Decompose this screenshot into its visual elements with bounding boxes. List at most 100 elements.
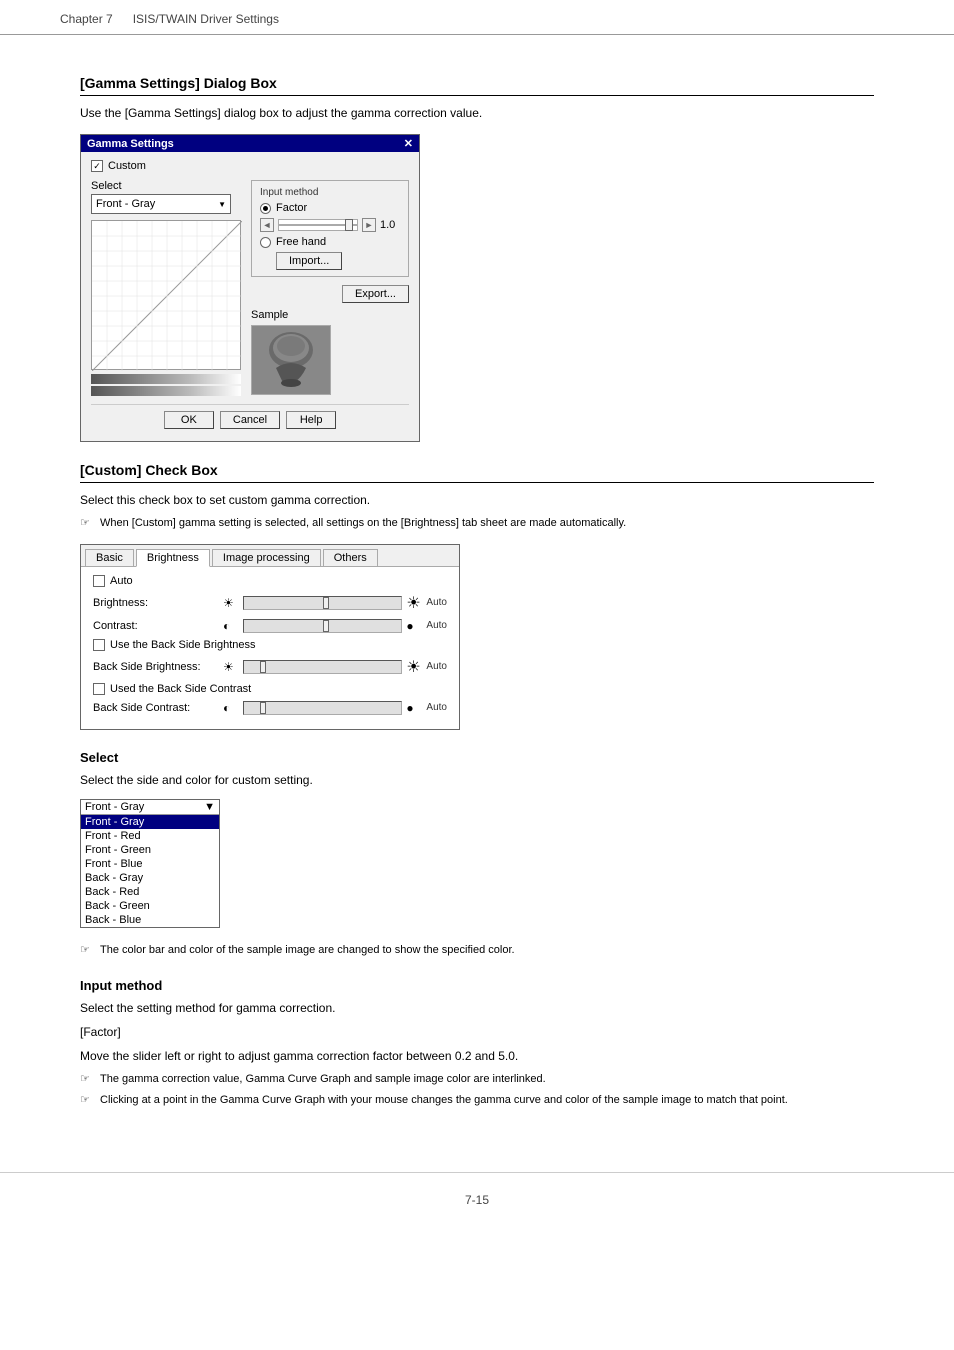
gamma-curve-graph[interactable] [91, 220, 241, 370]
color-bar-2 [91, 386, 241, 396]
gamma-section-title: [Gamma Settings] Dialog Box [80, 75, 874, 96]
tab-image-processing[interactable]: Image processing [212, 549, 321, 566]
select-dropdown[interactable]: Front - Gray ▼ [91, 194, 231, 214]
dropdown-item-front-red[interactable]: Front - Red [81, 829, 219, 843]
custom-section: [Custom] Check Box Select this check box… [80, 462, 874, 730]
contrast-label: Contrast: [93, 620, 223, 632]
factor-title: [Factor] [80, 1023, 874, 1041]
auto-label: Auto [110, 575, 133, 587]
factor-value: 1.0 [380, 219, 400, 231]
back-contrast-high-icon: ● [406, 701, 422, 715]
back-brightness-auto: Auto [426, 661, 447, 672]
dialog-titlebar: Gamma Settings ✕ [81, 135, 419, 152]
gamma-section: [Gamma Settings] Dialog Box Use the [Gam… [80, 75, 874, 442]
dropdown-item-front-blue[interactable]: Front - Blue [81, 857, 219, 871]
back-contrast-label: Back Side Contrast: [93, 702, 223, 714]
gamma-curve-svg [92, 221, 242, 371]
close-icon[interactable]: ✕ [404, 137, 413, 150]
back-brightness-container: ☀ ☀ Auto [223, 657, 447, 677]
dropdown-current-value: Front - Gray [85, 801, 144, 813]
back-contrast-slider[interactable] [243, 701, 402, 715]
auto-checkbox-row: Auto [93, 575, 447, 587]
custom-checkbox-row: ✓ Custom [91, 160, 409, 172]
contrast-auto: Auto [426, 620, 447, 631]
cancel-button[interactable]: Cancel [220, 411, 280, 429]
custom-checkbox[interactable]: ✓ [91, 160, 103, 172]
dropdown-item-front-green[interactable]: Front - Green [81, 843, 219, 857]
page-number: 7-15 [465, 1193, 489, 1207]
contrast-slider-row: Contrast: ◐ ● Auto [93, 619, 447, 633]
slider-right-arrow-icon[interactable]: ► [362, 218, 376, 232]
slider-thumb [345, 219, 353, 231]
sample-label: Sample [251, 309, 409, 321]
input-method-note-2: Clicking at a point in the Gamma Curve G… [80, 1092, 874, 1109]
slider-track [279, 224, 357, 226]
page-footer: 7-15 [0, 1172, 954, 1227]
use-back-brightness-row: Use the Back Side Brightness [93, 639, 447, 651]
sample-image-svg [256, 330, 326, 390]
tab-bar: Basic Brightness Image processing Others [81, 545, 459, 567]
slider-left-arrow-icon[interactable]: ◄ [260, 218, 274, 232]
sample-section: Sample [251, 309, 409, 395]
tab-others[interactable]: Others [323, 549, 378, 566]
page-header: Chapter 7 ISIS/TWAIN Driver Settings [0, 0, 954, 35]
back-contrast-slider-row: Back Side Contrast: ◐ ● Auto [93, 701, 447, 715]
contrast-thumb [323, 620, 329, 632]
input-method-box-label: Input method [260, 187, 400, 198]
import-button[interactable]: Import... [276, 252, 342, 270]
auto-checkbox[interactable] [93, 575, 105, 587]
brightness-slider[interactable] [243, 596, 402, 610]
color-bar-1 [91, 374, 241, 384]
dropdown-item-back-blue[interactable]: Back - Blue [81, 913, 219, 927]
export-button[interactable]: Export... [342, 285, 409, 303]
dropdown-arrow-icon: ▼ [218, 200, 226, 209]
use-back-brightness-checkbox[interactable] [93, 639, 105, 651]
brightness-auto: Auto [426, 597, 447, 608]
right-column: Input method Factor ◄ [251, 180, 409, 396]
input-method-section: Input method Select the setting method f… [80, 978, 874, 1108]
input-method-box: Input method Factor ◄ [251, 180, 409, 277]
dropdown-item-back-gray[interactable]: Back - Gray [81, 871, 219, 885]
page-content: [Gamma Settings] Dialog Box Use the [Gam… [0, 35, 954, 1152]
select-section: Select Select the side and color for cus… [80, 750, 874, 959]
back-brightness-slider-row: Back Side Brightness: ☀ ☀ Auto [93, 657, 447, 677]
custom-label: Custom [108, 160, 146, 172]
use-back-contrast-row: Used the Back Side Contrast [93, 683, 447, 695]
factor-desc: Move the slider left or right to adjust … [80, 1047, 874, 1065]
back-brightness-thumb [260, 661, 266, 673]
brightness-high-icon: ☀ [406, 593, 422, 613]
gamma-dialog: Gamma Settings ✕ ✓ Custom Select Front -… [80, 134, 420, 442]
brightness-slider-container: ☀ ☀ Auto [223, 593, 447, 613]
dialog-title: Gamma Settings [87, 138, 174, 150]
select-group: Select Front - Gray ▼ [91, 180, 241, 214]
free-hand-radio[interactable] [260, 237, 271, 248]
dropdown-item-front-gray-selected[interactable]: Front - Gray [81, 815, 219, 829]
left-column: Select Front - Gray ▼ [91, 180, 241, 396]
contrast-high-icon: ● [406, 619, 422, 633]
custom-note: When [Custom] gamma setting is selected,… [80, 515, 874, 532]
dropdown-header-arrow-icon: ▼ [204, 801, 215, 813]
free-hand-label: Free hand [276, 236, 326, 248]
help-button[interactable]: Help [286, 411, 336, 429]
tab-basic[interactable]: Basic [85, 549, 134, 566]
contrast-slider[interactable] [243, 619, 402, 633]
sample-image [251, 325, 331, 395]
ok-button[interactable]: OK [164, 411, 214, 429]
export-button-row: Export... [251, 285, 409, 303]
dialog-columns: Select Front - Gray ▼ [91, 180, 409, 396]
back-contrast-low-icon: ◐ [223, 701, 239, 715]
tab-brightness[interactable]: Brightness [136, 549, 210, 567]
select-dropdown-list[interactable]: Front - Gray ▼ Front - Gray Front - Red … [80, 799, 220, 928]
use-back-contrast-label: Used the Back Side Contrast [110, 683, 251, 695]
factor-slider[interactable] [278, 219, 358, 231]
dropdown-item-back-green[interactable]: Back - Green [81, 899, 219, 913]
use-back-contrast-checkbox[interactable] [93, 683, 105, 695]
contrast-slider-container: ◐ ● Auto [223, 619, 447, 633]
back-brightness-slider[interactable] [243, 660, 402, 674]
factor-radio[interactable] [260, 203, 271, 214]
select-group-label: Select [91, 180, 241, 192]
custom-section-title: [Custom] Check Box [80, 462, 874, 483]
import-button-row: Import... [276, 252, 400, 270]
dropdown-item-back-red[interactable]: Back - Red [81, 885, 219, 899]
factor-label: Factor [276, 202, 307, 214]
